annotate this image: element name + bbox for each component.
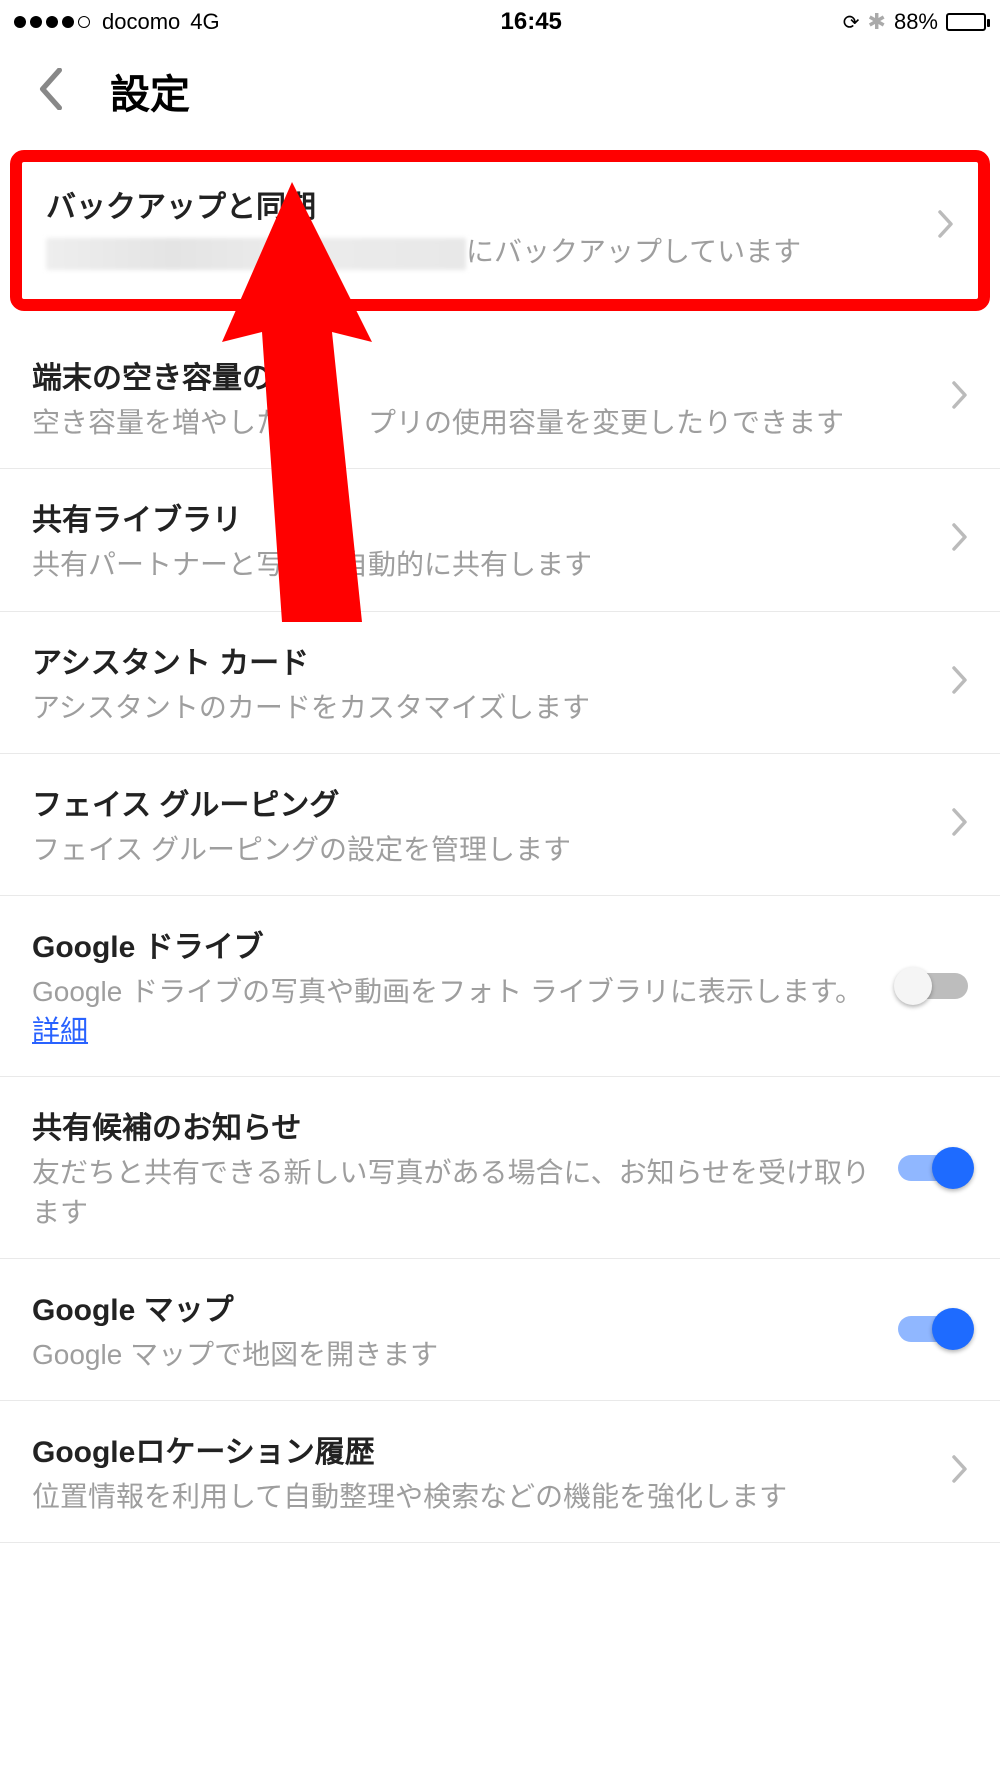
setting-title: 共有候補のお知らせ xyxy=(32,1103,880,1147)
back-button[interactable] xyxy=(38,68,64,115)
setting-title: アシスタント カード xyxy=(32,638,934,682)
setting-subtitle: にバックアップしています xyxy=(46,232,920,271)
setting-title: Google ドライブ xyxy=(32,922,880,966)
status-right: ⟳ ✱ 88% xyxy=(843,9,986,35)
carrier-label: docomo xyxy=(102,9,180,35)
setting-google-drive[interactable]: Google ドライブ Google ドライブの写真や動画をフォト ライブラリに… xyxy=(0,896,1000,1077)
details-link[interactable]: 詳細 xyxy=(32,1015,88,1046)
chevron-right-icon xyxy=(952,808,968,841)
settings-list: バックアップと同期 にバックアップしています 端末の空き容量の管 空き容量を増や… xyxy=(0,150,1000,1543)
setting-title: Googleロケーション履歴 xyxy=(32,1427,934,1471)
setting-share-suggestions[interactable]: 共有候補のお知らせ 友だちと共有できる新しい写真がある場合に、お知らせを受け取り… xyxy=(0,1077,1000,1258)
signal-dots-icon xyxy=(14,16,90,28)
highlight-annotation: バックアップと同期 にバックアップしています xyxy=(10,150,990,311)
setting-subtitle: 空き容量を増やした プリの使用容量を変更したりできます xyxy=(32,403,934,442)
setting-subtitle: Google ドライブの写真や動画をフォト ライブラリに表示します。詳細 xyxy=(32,972,880,1050)
setting-device-storage[interactable]: 端末の空き容量の管 空き容量を増やした プリの使用容量を変更したりできます xyxy=(0,327,1000,469)
setting-face-grouping[interactable]: フェイス グルーピング フェイス グルーピングの設定を管理します xyxy=(0,754,1000,896)
setting-shared-library[interactable]: 共有ライブラリ 共有パートナーと写真を自動的に共有します xyxy=(0,469,1000,611)
setting-subtitle: フェイス グルーピングの設定を管理します xyxy=(32,830,934,869)
rotation-lock-icon: ⟳ xyxy=(843,10,860,35)
setting-subtitle: 友だちと共有できる新しい写真がある場合に、お知らせを受け取ります xyxy=(32,1153,880,1231)
setting-backup-sync[interactable]: バックアップと同期 にバックアップしています xyxy=(22,162,978,299)
toggle-google-maps[interactable] xyxy=(898,1316,968,1342)
setting-title: フェイス グルーピング xyxy=(32,780,934,824)
setting-title: Google マップ xyxy=(32,1285,880,1329)
page-title: 設定 xyxy=(110,62,190,120)
chevron-right-icon xyxy=(952,1455,968,1488)
battery-icon xyxy=(946,13,986,31)
status-left: docomo 4G xyxy=(14,9,220,35)
toggle-google-drive[interactable] xyxy=(898,973,968,999)
clock-label: 16:45 xyxy=(501,8,562,36)
chevron-right-icon xyxy=(938,210,954,243)
setting-subtitle: 共有パートナーと写真を自動的に共有します xyxy=(32,545,934,584)
network-label: 4G xyxy=(190,9,219,35)
redacted-account xyxy=(46,238,466,270)
battery-percent: 88% xyxy=(894,9,938,35)
bluetooth-icon: ✱ xyxy=(868,9,886,35)
setting-subtitle: アシスタントのカードをカスタマイズします xyxy=(32,688,934,727)
setting-title: バックアップと同期 xyxy=(46,182,920,226)
setting-title: 端末の空き容量の管 xyxy=(32,353,934,397)
nav-header: 設定 xyxy=(0,40,1000,150)
setting-google-maps[interactable]: Google マップ Google マップで地図を開きます xyxy=(0,1259,1000,1401)
setting-title: 共有ライブラリ xyxy=(32,495,934,539)
chevron-right-icon xyxy=(952,523,968,556)
setting-location-history[interactable]: Googleロケーション履歴 位置情報を利用して自動整理や検索などの機能を強化し… xyxy=(0,1401,1000,1543)
chevron-right-icon xyxy=(952,381,968,414)
setting-assistant-cards[interactable]: アシスタント カード アシスタントのカードをカスタマイズします xyxy=(0,612,1000,754)
toggle-share-suggestions[interactable] xyxy=(898,1155,968,1181)
status-bar: docomo 4G 16:45 ⟳ ✱ 88% xyxy=(0,0,1000,40)
chevron-right-icon xyxy=(952,666,968,699)
setting-subtitle: Google マップで地図を開きます xyxy=(32,1335,880,1374)
setting-subtitle: 位置情報を利用して自動整理や検索などの機能を強化します xyxy=(32,1477,934,1516)
